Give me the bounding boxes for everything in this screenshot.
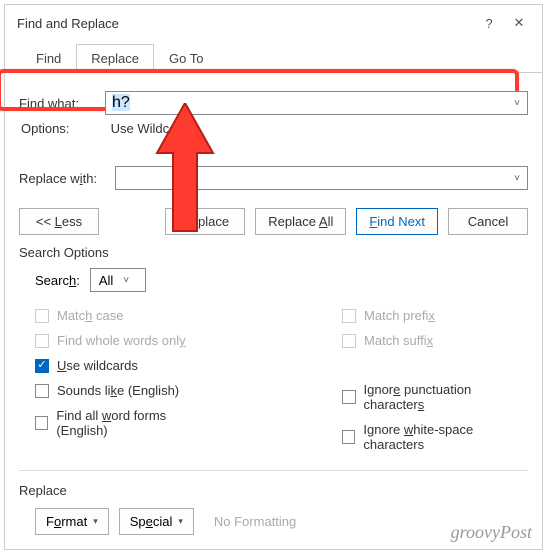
checkbox-icon [342, 390, 355, 404]
replace-with-combo[interactable]: ˅ [115, 166, 528, 190]
checkbox-icon [35, 334, 49, 348]
checkbox-icon [35, 416, 48, 430]
checkbox-icon [35, 384, 49, 398]
options-value: Use Wildcards [111, 121, 195, 136]
cancel-button[interactable]: Cancel [448, 208, 528, 235]
word-forms-checkbox[interactable]: Find all word forms (English) [35, 408, 212, 438]
match-suffix-checkbox: Match suffix [342, 333, 528, 348]
checkbox-icon: ✓ [35, 359, 49, 373]
less-button[interactable]: << Less [19, 208, 99, 235]
help-button[interactable]: ? [474, 13, 504, 33]
special-button[interactable]: Special▾ [119, 508, 194, 535]
caret-down-icon: ▾ [93, 516, 98, 527]
chevron-down-icon[interactable]: ˅ [507, 173, 527, 184]
tab-goto[interactable]: Go To [154, 44, 218, 73]
replace-with-label: Replace with: [19, 171, 109, 186]
match-prefix-checkbox: Match prefix [342, 308, 528, 323]
no-formatting-button: No Formatting [204, 509, 306, 534]
search-direction-select[interactable]: All ˅ [90, 268, 146, 292]
format-button[interactable]: Format▾ [35, 508, 109, 535]
tab-replace[interactable]: Replace [76, 44, 154, 73]
titlebar: Find and Replace ? ✕ [5, 5, 542, 41]
watermark: groovyPost [451, 522, 532, 543]
find-next-button[interactable]: Find Next [356, 208, 438, 235]
find-what-value: h? [112, 94, 130, 111]
replace-section-title: Replace [19, 483, 528, 498]
sounds-like-checkbox[interactable]: Sounds like (English) [35, 383, 212, 398]
find-replace-dialog: Find and Replace ? ✕ Find Replace Go To … [4, 4, 543, 550]
find-what-label: Find what: [19, 96, 93, 111]
whole-words-checkbox: Find whole words only [35, 333, 212, 348]
ignore-punct-checkbox[interactable]: Ignore punctuation characters [342, 382, 528, 412]
checkbox-icon [342, 334, 356, 348]
checkbox-icon [35, 309, 49, 323]
divider [19, 470, 528, 471]
replace-all-button[interactable]: Replace All [255, 208, 346, 235]
replace-with-input[interactable] [116, 169, 507, 188]
close-button[interactable]: ✕ [504, 13, 534, 33]
checkbox-icon [342, 309, 356, 323]
chevron-down-icon[interactable]: ˅ [507, 98, 527, 109]
caret-down-icon: ▾ [178, 516, 183, 527]
options-line: Options: Use Wildcards [21, 121, 528, 136]
search-label: Search: [35, 273, 80, 288]
ignore-whitespace-checkbox[interactable]: Ignore white-space characters [342, 422, 528, 452]
search-options-title: Search Options [19, 245, 528, 260]
chevron-down-icon[interactable]: ˅ [123, 275, 129, 286]
tab-find[interactable]: Find [21, 44, 76, 73]
find-what-combo[interactable]: h? ˅ [105, 91, 528, 115]
replace-button[interactable]: Replace [165, 208, 245, 235]
dialog-title: Find and Replace [17, 16, 474, 31]
checkbox-icon [342, 430, 355, 444]
dialog-body: Find what: h? ˅ Options: Use Wildcards R… [5, 73, 542, 549]
tab-strip: Find Replace Go To [5, 43, 542, 73]
use-wildcards-checkbox[interactable]: ✓ Use wildcards [35, 358, 212, 373]
match-case-checkbox: Match case [35, 308, 212, 323]
